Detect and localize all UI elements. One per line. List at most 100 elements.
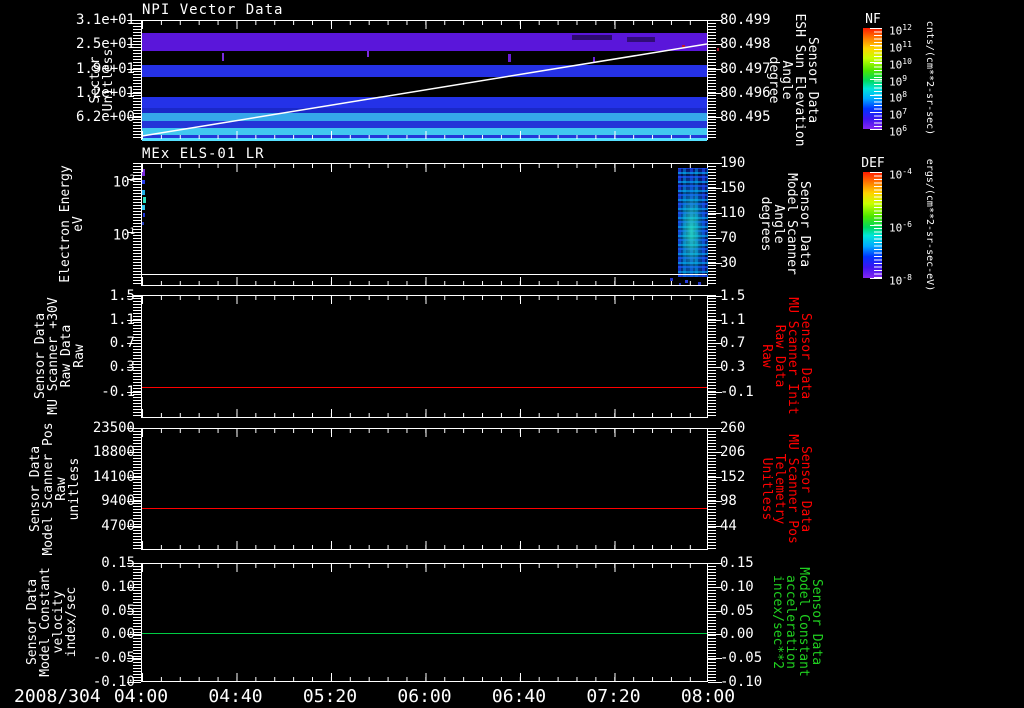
y-tick-label: 0.15 <box>720 555 754 571</box>
model-constant-velocity-line <box>142 633 707 634</box>
x-major-ticks <box>142 164 707 172</box>
y-tick-label: 30 <box>720 254 737 271</box>
panel-1-y-label: Sector Unitless <box>88 48 116 112</box>
y-tick-label: 80.498 <box>720 36 771 53</box>
colorbar-tick-label: 10-8 <box>889 273 912 288</box>
x-major-ticks <box>142 564 707 572</box>
electron-count-speck <box>142 190 145 195</box>
y-tick-label: 44 <box>720 517 737 534</box>
panel-5-plot-area <box>141 563 708 682</box>
y-tick-label: 1.5 <box>720 288 746 305</box>
y-tick-label: 0.05 <box>101 602 135 619</box>
y-tick-label: 206 <box>720 444 746 461</box>
y-tick-label: 9400 <box>101 493 135 510</box>
y-tick-label: 1.5 <box>109 288 135 305</box>
y-tick-label: 102 <box>112 174 135 191</box>
x-tick-label: 07:20 <box>586 686 641 707</box>
sun-elevation-line <box>142 43 707 137</box>
electron-count-speck <box>142 205 145 210</box>
y-tick-label: 3.1e+01 <box>75 12 135 28</box>
y-tick-label: -0.05 <box>92 650 135 667</box>
y-tick-label: 1.2e+01 <box>75 84 135 101</box>
electron-count-speck <box>142 222 144 225</box>
y-tick-label: 80.496 <box>720 84 771 101</box>
y-tick-label: 80.499 <box>720 12 771 28</box>
sector-speck <box>717 48 719 51</box>
colorbar-def-units: ergs/(cm**2-sr-sec-eV) <box>924 158 935 292</box>
y-tick-label: 152 <box>720 468 746 485</box>
y-tick-label: 110 <box>720 204 746 221</box>
y-minor-ticks <box>133 428 141 550</box>
y-major-tick <box>708 682 722 683</box>
y-tick-label: 0.10 <box>720 578 754 595</box>
y-tick-label: 6.2e+00 <box>75 109 135 126</box>
panel-2-title: MEx ELS-01 LR <box>142 146 265 162</box>
colorbar-major-tick <box>870 278 882 279</box>
x-major-ticks <box>142 673 707 681</box>
y-minor-ticks <box>708 20 716 140</box>
panel-1-right-label: Sensor Data ESH Sun Elevation Angle degr… <box>766 13 820 147</box>
y-tick-label: -0.1 <box>101 384 135 401</box>
y-tick-label: 150 <box>720 179 746 196</box>
x-major-ticks <box>142 277 707 285</box>
panel-3-plot-area <box>141 295 708 418</box>
x-tick-label: 05:20 <box>302 686 358 707</box>
y-tick-label: 0.00 <box>101 626 135 643</box>
y-tick-label: 260 <box>720 420 746 436</box>
colorbar-tick-label: 10-4 <box>889 167 912 182</box>
y-tick-label: 4700 <box>101 517 135 534</box>
y-tick-label: 80.495 <box>720 109 771 126</box>
mu-scanner-30v-line <box>142 387 707 388</box>
y-tick-label: 23500 <box>92 420 135 436</box>
electron-count-speck <box>143 197 146 203</box>
colorbar-tick-label: 106 <box>889 124 908 139</box>
panel-4-y-label: Sensor Data Model Scanner Pos Raw unitle… <box>28 422 82 556</box>
colorbar-tick-label: 107 <box>889 107 908 122</box>
y-tick-label: 0.3 <box>720 358 746 375</box>
y-tick-label: 14100 <box>92 468 135 485</box>
y-tick-label: 0.7 <box>109 334 135 351</box>
els-baseline-line <box>142 274 707 275</box>
x-major-ticks <box>142 296 707 304</box>
panel-1-plot-area <box>141 20 719 141</box>
y-tick-label: 1.1 <box>720 311 746 328</box>
y-tick-label: -0.1 <box>720 384 754 401</box>
colorbar-tick-label: 108 <box>889 90 908 105</box>
y-minor-ticks <box>708 428 716 550</box>
y-tick-label: 1.1 <box>109 311 135 328</box>
model-scanner-pos-line <box>142 508 707 509</box>
y-tick-label: 0.00 <box>720 626 754 643</box>
y-minor-ticks <box>708 163 716 286</box>
y-tick-label: 0.10 <box>101 578 135 595</box>
x-major-ticks <box>142 409 707 417</box>
y-minor-ticks <box>708 295 716 418</box>
electron-count-speck <box>142 180 145 184</box>
y-tick-label: -0.05 <box>720 650 763 667</box>
plot-screen: NPI Vector Data MEx ELS-01 LR Sector Uni… <box>0 0 1024 708</box>
x-major-ticks <box>142 429 707 437</box>
y-tick-label: 70 <box>720 229 737 246</box>
x-tick-label: 06:00 <box>397 686 452 707</box>
y-minor-ticks <box>133 20 141 140</box>
y-tick-label: 0.05 <box>720 602 754 619</box>
x-tick-label: 06:40 <box>491 686 547 707</box>
colorbar-minor-ticks <box>874 28 882 129</box>
y-tick-label: 0.7 <box>720 334 746 351</box>
colorbar-tick-label: 10-6 <box>889 220 912 235</box>
colorbar-tick-label: 109 <box>889 73 908 89</box>
electron-burst-patch <box>678 168 708 277</box>
y-major-tick <box>127 682 141 683</box>
y-tick-label: 2.5e+01 <box>75 36 135 53</box>
colorbar-tick-label: 1012 <box>889 23 912 38</box>
y-tick-label: 0.3 <box>109 358 135 375</box>
colorbar-tick-label: 1010 <box>889 56 912 72</box>
y-tick-label: 80.497 <box>720 60 771 77</box>
electron-count-speck <box>143 213 145 217</box>
colorbar-nf-units: cnts/(cm**2-sr-sec) <box>924 20 935 136</box>
x-tick-label: 08:00 <box>680 686 736 707</box>
y-minor-ticks <box>133 163 141 286</box>
y-tick-label: 98 <box>720 493 737 510</box>
colorbar-major-tick <box>870 129 882 130</box>
panel-4-plot-area <box>141 428 708 550</box>
x-tick-label: 04:40 <box>208 686 263 707</box>
